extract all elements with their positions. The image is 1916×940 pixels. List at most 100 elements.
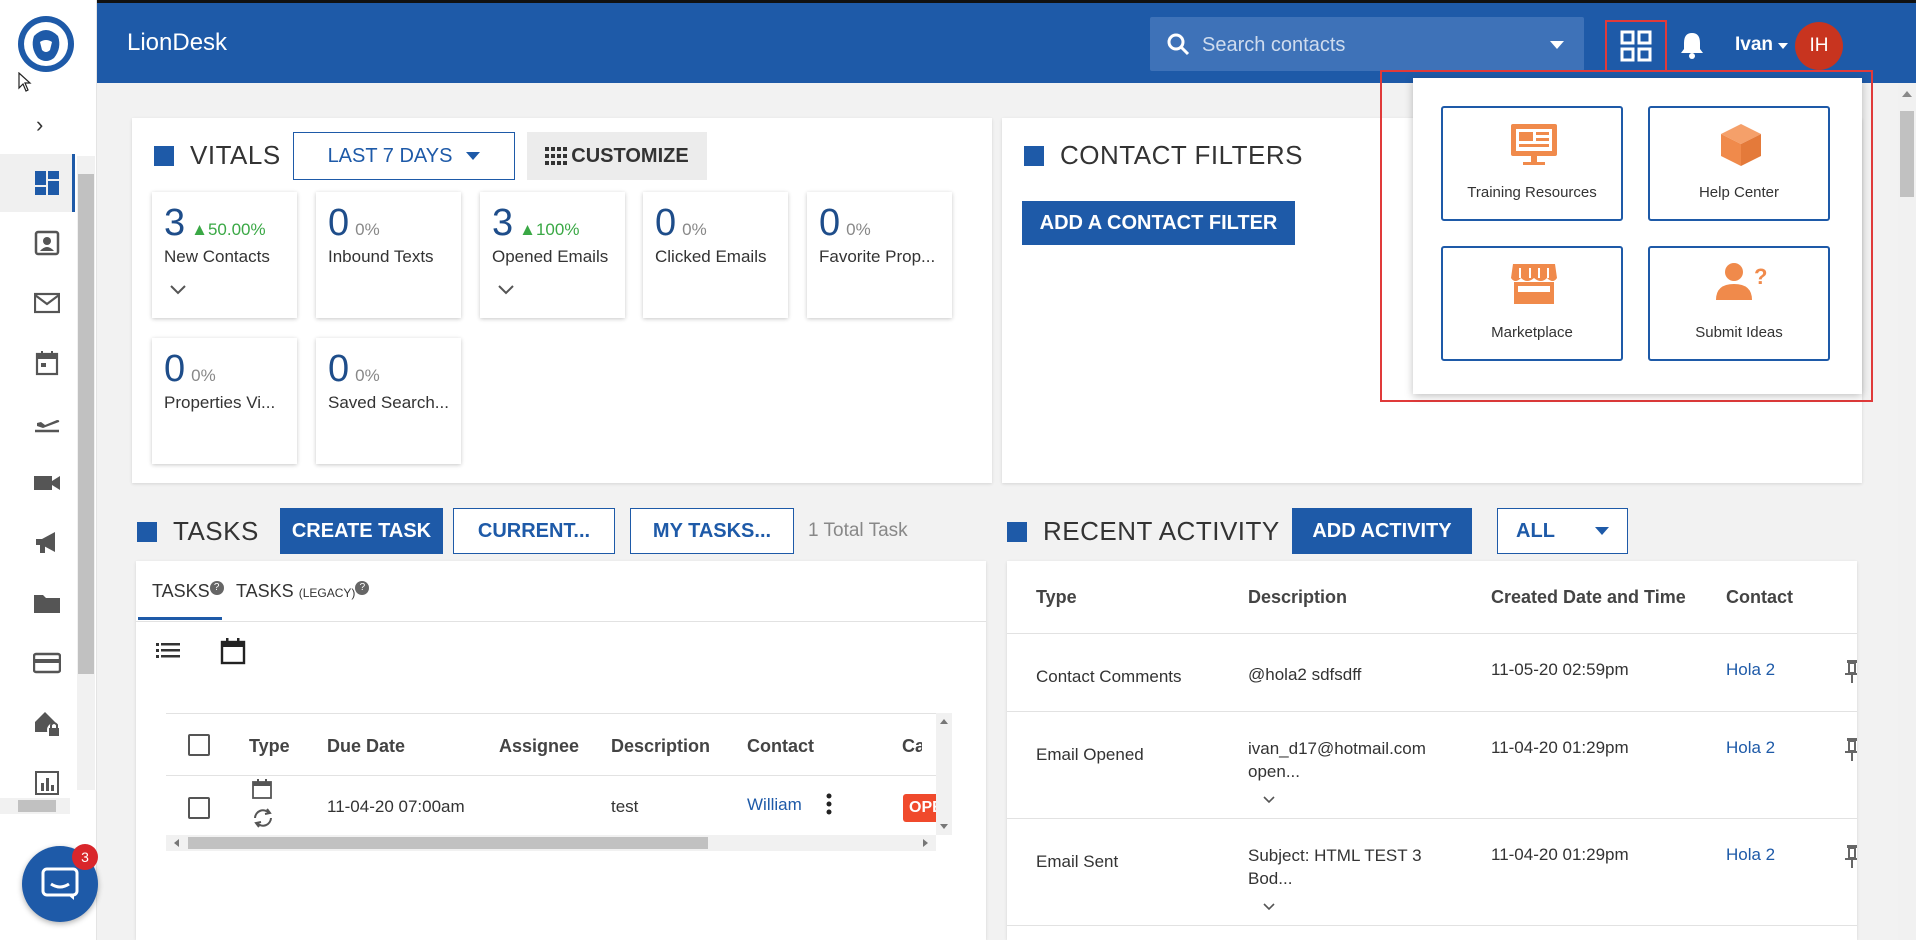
page-vertical-scrollbar[interactable] — [1898, 83, 1916, 940]
mail-icon[interactable] — [30, 286, 64, 320]
contact-search-input[interactable]: Search contacts — [1150, 17, 1584, 71]
chevron-down-icon[interactable] — [498, 282, 514, 300]
vital-percent: 0% — [846, 220, 871, 239]
expand-chevron-down-icon[interactable] — [1263, 791, 1275, 809]
search-dropdown-caret-icon[interactable] — [1550, 41, 1564, 49]
contacts-icon[interactable] — [30, 226, 64, 260]
column-header-assignee[interactable]: Assignee — [499, 736, 579, 757]
expand-chevron-down-icon[interactable] — [1263, 898, 1275, 916]
calendar-icon[interactable] — [30, 346, 64, 380]
vital-card-opened-emails[interactable]: 3 ▲100% Opened Emails — [480, 192, 625, 318]
vital-card-properties-viewed[interactable]: 0 0% Properties Vi... — [152, 338, 297, 464]
dashboard-icon[interactable] — [30, 166, 64, 200]
activity-row[interactable]: Contact Comments @hola2 sdfsdff 11-05-20… — [1007, 634, 1857, 712]
activity-row[interactable]: Email Sent Subject: HTML TEST 3 Bod... 1… — [1007, 819, 1857, 926]
select-all-checkbox[interactable] — [188, 734, 210, 756]
customize-button[interactable]: CUSTOMIZE — [527, 132, 707, 180]
row-more-options-icon[interactable] — [826, 793, 832, 820]
column-header-contact[interactable]: Contact — [747, 736, 814, 757]
mouse-cursor-icon — [18, 71, 32, 97]
video-camera-icon[interactable] — [30, 466, 64, 500]
scroll-up-arrow-icon[interactable] — [1902, 91, 1912, 97]
submit-ideas-tile[interactable]: ? Submit Ideas — [1648, 246, 1830, 361]
activity-description-continued: Bod... — [1248, 869, 1293, 888]
activity-type-dropdown[interactable]: ALL — [1497, 508, 1628, 554]
create-task-button[interactable]: CREATE TASK — [280, 508, 443, 554]
pin-icon[interactable] — [1845, 845, 1857, 874]
sidebar-vertical-scrollbar[interactable] — [77, 156, 95, 790]
help-icon[interactable]: ? — [355, 581, 370, 595]
row-checkbox[interactable] — [188, 797, 210, 819]
credit-card-icon[interactable] — [30, 646, 64, 680]
vital-card-inbound-texts[interactable]: 0 0% Inbound Texts — [316, 192, 461, 318]
user-menu-name[interactable]: Ivan — [1735, 34, 1773, 56]
activity-contact-link[interactable]: Hola 2 — [1726, 738, 1775, 758]
activity-contact-link[interactable]: Hola 2 — [1726, 845, 1775, 865]
vital-value: 0 — [328, 202, 350, 244]
scroll-right-arrow-icon[interactable] — [923, 839, 928, 847]
vital-card-saved-searches[interactable]: 0 0% Saved Search... — [316, 338, 461, 464]
tasks-card: TASKS? TASKS (LEGACY)? Type Due Date Ass… — [136, 561, 986, 940]
sidebar-horizontal-scrollbar[interactable] — [0, 798, 70, 814]
folder-icon[interactable] — [30, 586, 64, 620]
activity-row[interactable]: Email Opened ivan_d17@hotmail.com open..… — [1007, 712, 1857, 819]
column-header-type[interactable]: Type — [249, 736, 290, 757]
megaphone-icon[interactable] — [30, 526, 64, 560]
pin-icon[interactable] — [1845, 660, 1857, 689]
scroll-up-arrow-icon[interactable] — [940, 719, 948, 724]
active-tab-underline — [138, 617, 222, 620]
calendar-view-icon[interactable] — [220, 637, 246, 670]
my-tasks-filter-button[interactable]: MY TASKS... — [630, 508, 794, 554]
liondesk-logo-icon[interactable] — [16, 14, 76, 74]
activity-contact-link[interactable]: Hola 2 — [1726, 660, 1775, 680]
column-header-category[interactable]: Cate — [902, 736, 922, 757]
chevron-down-icon — [1594, 527, 1609, 535]
brand-title[interactable]: LionDesk — [127, 29, 227, 57]
scroll-down-arrow-icon[interactable] — [940, 824, 948, 829]
add-activity-button[interactable]: ADD ACTIVITY — [1292, 508, 1472, 554]
vitals-range-dropdown[interactable]: LAST 7 DAYS — [293, 132, 515, 180]
activity-description-continued: open... — [1248, 762, 1300, 781]
vital-percent: 0% — [355, 366, 380, 385]
locked-house-icon[interactable] — [30, 706, 64, 740]
list-view-icon[interactable] — [156, 641, 180, 664]
page-scroll-thumb[interactable] — [1900, 111, 1914, 197]
section-marker — [1007, 521, 1027, 542]
scroll-left-arrow-icon[interactable] — [174, 839, 179, 847]
current-tasks-filter-button[interactable]: CURRENT... — [453, 508, 615, 554]
apps-grid-button[interactable] — [1605, 20, 1667, 72]
sidebar-hscroll-thumb[interactable] — [18, 800, 56, 812]
table-horizontal-scrollbar[interactable] — [166, 835, 936, 851]
training-resources-tile[interactable]: Training Resources — [1441, 106, 1623, 221]
sidebar-scroll-thumb[interactable] — [78, 174, 94, 674]
activity-type: Email Sent — [1036, 852, 1119, 871]
reports-chart-icon[interactable] — [30, 766, 64, 800]
tab-legacy-label: TASKS — [236, 581, 294, 601]
activity-date: 11-04-20 01:29pm — [1491, 845, 1629, 864]
add-contact-filter-button[interactable]: ADD A CONTACT FILTER — [1022, 201, 1295, 245]
vital-card-favorite-properties[interactable]: 0 0% Favorite Prop... — [807, 192, 952, 318]
marketplace-tile[interactable]: Marketplace — [1441, 246, 1623, 361]
chevron-down-icon[interactable] — [170, 282, 186, 300]
row-contact-link[interactable]: William — [747, 795, 802, 815]
user-menu-caret-icon[interactable] — [1778, 43, 1788, 49]
notifications-bell-icon[interactable] — [1679, 31, 1705, 64]
tab-tasks-legacy[interactable]: TASKS (LEGACY)? — [236, 581, 370, 602]
column-header-due-date[interactable]: Due Date — [327, 736, 405, 757]
table-vertical-scrollbar[interactable] — [936, 713, 952, 835]
vital-card-clicked-emails[interactable]: 0 0% Clicked Emails — [643, 192, 788, 318]
vital-value: 3 — [492, 202, 514, 244]
help-center-tile[interactable]: Help Center — [1648, 106, 1830, 221]
tab-tasks[interactable]: TASKS? — [152, 581, 224, 602]
table-hscroll-thumb[interactable] — [188, 837, 708, 849]
flight-takeoff-icon[interactable] — [30, 406, 64, 440]
activity-description: Subject: HTML TEST 3 — [1248, 846, 1422, 865]
presentation-board-icon — [1511, 124, 1557, 165]
column-header-description[interactable]: Description — [611, 736, 710, 757]
vital-card-new-contacts[interactable]: 3 ▲50.00% New Contacts — [152, 192, 297, 318]
expand-sidebar-chevron-icon[interactable]: › — [36, 112, 43, 138]
pin-icon[interactable] — [1845, 738, 1857, 767]
user-avatar[interactable]: IH — [1795, 22, 1843, 70]
row-description: test — [611, 797, 639, 816]
help-icon[interactable]: ? — [209, 581, 224, 595]
